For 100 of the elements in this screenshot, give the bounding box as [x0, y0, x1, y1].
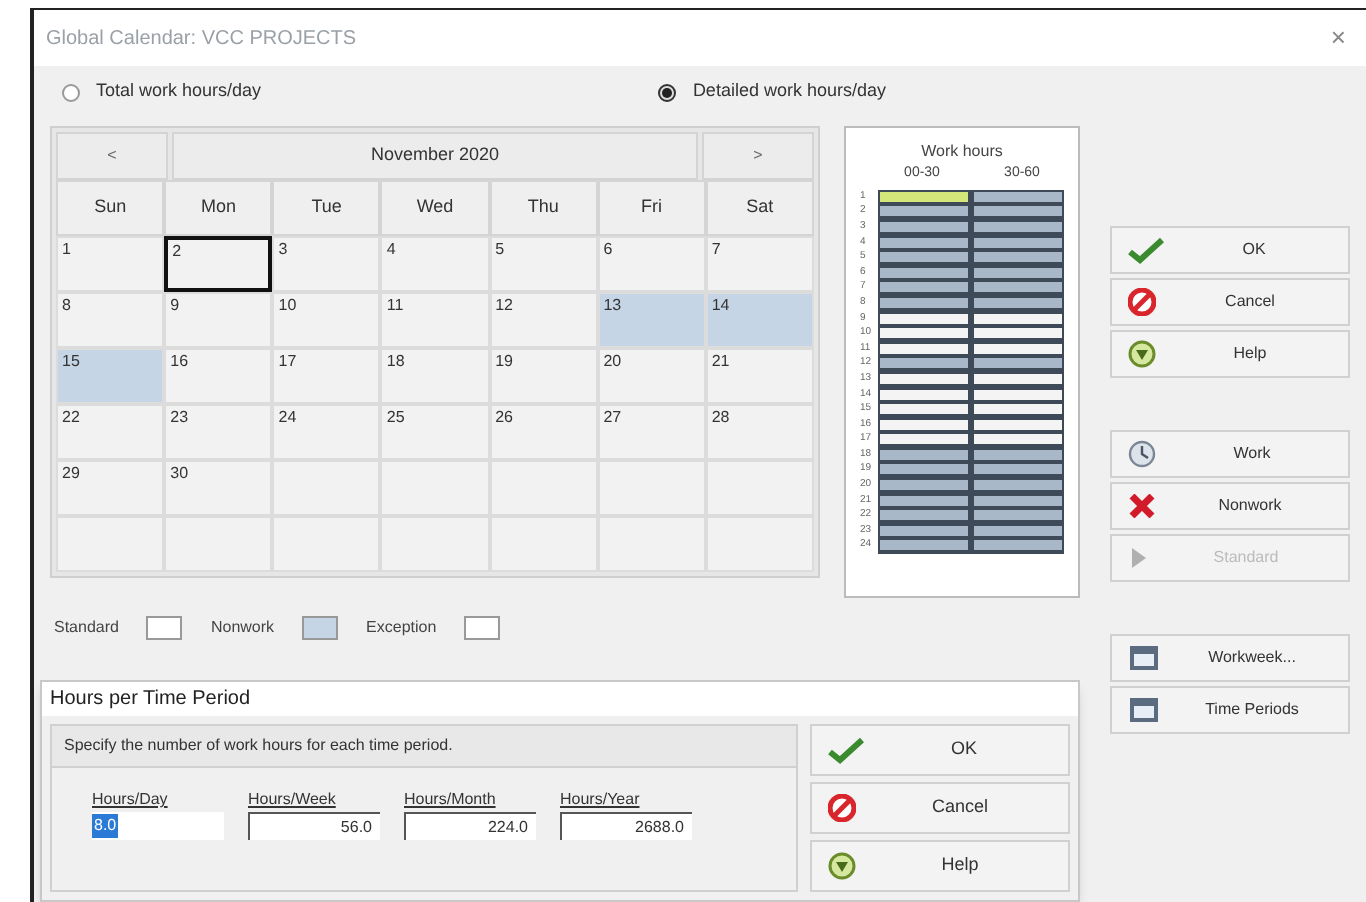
hour-slot[interactable] [880, 480, 968, 491]
hour-slot[interactable] [974, 434, 1062, 445]
radio-button[interactable] [658, 83, 677, 101]
hour-slot[interactable] [880, 282, 968, 293]
hour-slot[interactable] [880, 221, 968, 232]
hour-slot[interactable] [880, 495, 968, 506]
day-cell[interactable]: 13 [597, 292, 706, 348]
action-button[interactable]: Help [1110, 330, 1350, 378]
day-cell[interactable]: 8 [56, 292, 165, 348]
hour-slot[interactable] [974, 297, 1062, 308]
next-month-button[interactable]: > [702, 132, 814, 180]
day-cell[interactable]: 16 [164, 348, 273, 404]
hour-slot[interactable] [880, 525, 968, 536]
day-cell[interactable]: 26 [489, 404, 598, 460]
day-cell[interactable]: 7 [705, 236, 814, 292]
hour-slot[interactable] [974, 282, 1062, 293]
weekday-header: Fri [597, 180, 706, 236]
day-cell[interactable]: 28 [705, 404, 814, 460]
hour-slot[interactable] [880, 419, 968, 430]
hour-slot[interactable] [880, 313, 968, 324]
day-cell[interactable]: 23 [164, 404, 273, 460]
hour-slot[interactable] [880, 389, 968, 400]
action-button[interactable]: Cancel [1110, 278, 1350, 326]
day-cell[interactable]: 24 [272, 404, 381, 460]
hours-field[interactable]: 56.0 [248, 812, 380, 840]
dialog-button[interactable]: Help [810, 840, 1070, 892]
hour-slot[interactable] [974, 449, 1062, 460]
hour-slot[interactable] [880, 328, 968, 339]
clock-icon [1128, 440, 1160, 468]
day-cell[interactable]: 5 [489, 236, 598, 292]
hour-slot[interactable] [880, 343, 968, 354]
action-button[interactable]: Time Periods [1110, 686, 1350, 734]
hour-slot[interactable] [974, 540, 1062, 551]
day-cell[interactable]: 27 [597, 404, 706, 460]
hour-slot[interactable] [974, 343, 1062, 354]
hours-field[interactable]: 224.0 [404, 812, 536, 840]
day-cell[interactable]: 30 [164, 460, 273, 516]
day-cell[interactable]: 9 [164, 292, 273, 348]
hour-slot[interactable] [974, 404, 1062, 415]
action-button[interactable]: OK [1110, 226, 1350, 274]
hour-slot[interactable] [880, 540, 968, 551]
hour-slot[interactable] [974, 464, 1062, 475]
day-cell[interactable]: 12 [489, 292, 598, 348]
hour-slot[interactable] [974, 237, 1062, 248]
hours-field[interactable]: 2688.0 [560, 812, 692, 840]
hour-slot[interactable] [974, 358, 1062, 369]
day-cell[interactable]: 20 [597, 348, 706, 404]
hour-slot[interactable] [974, 525, 1062, 536]
hour-slot[interactable] [974, 221, 1062, 232]
hour-slot[interactable] [880, 191, 968, 202]
day-cell[interactable]: 4 [380, 236, 490, 292]
day-cell[interactable]: 21 [705, 348, 814, 404]
day-cell[interactable]: 17 [272, 348, 381, 404]
close-button[interactable]: × [1322, 18, 1354, 58]
day-cell[interactable]: 15 [56, 348, 165, 404]
day-cell[interactable]: 29 [56, 460, 165, 516]
hour-slot[interactable] [974, 510, 1062, 521]
hour-slot[interactable] [880, 206, 968, 217]
day-cell[interactable]: 19 [489, 348, 598, 404]
dialog-button[interactable]: OK [810, 724, 1070, 776]
hour-slot[interactable] [880, 297, 968, 308]
day-cell[interactable]: 25 [380, 404, 490, 460]
hour-slot[interactable] [880, 449, 968, 460]
action-button[interactable]: Work [1110, 430, 1350, 478]
hour-slot[interactable] [974, 267, 1062, 278]
day-cell[interactable]: 3 [272, 236, 381, 292]
action-button[interactable]: Workweek... [1110, 634, 1350, 682]
hour-slot[interactable] [880, 464, 968, 475]
hour-slot[interactable] [974, 328, 1062, 339]
hour-slot[interactable] [974, 313, 1062, 324]
hour-slot[interactable] [880, 373, 968, 384]
hour-slot[interactable] [880, 404, 968, 415]
hour-slot[interactable] [974, 252, 1062, 263]
hour-slot[interactable] [974, 191, 1062, 202]
hour-slot[interactable] [880, 434, 968, 445]
day-cell[interactable]: 14 [705, 292, 814, 348]
hour-slot[interactable] [974, 389, 1062, 400]
hour-slot[interactable] [974, 373, 1062, 384]
hour-slot[interactable] [974, 206, 1062, 217]
day-cell[interactable]: 10 [272, 292, 381, 348]
action-button[interactable]: Nonwork [1110, 482, 1350, 530]
hour-slot[interactable] [880, 237, 968, 248]
hour-slot[interactable] [880, 358, 968, 369]
hours-field[interactable]: 8.0 [92, 812, 224, 840]
day-cell[interactable]: 2 [164, 236, 273, 292]
dialog-title: Hours per Time Period [42, 682, 1078, 716]
day-cell[interactable]: 6 [597, 236, 706, 292]
day-cell[interactable]: 1 [56, 236, 165, 292]
day-cell[interactable]: 11 [380, 292, 490, 348]
hour-slot[interactable] [880, 267, 968, 278]
day-cell[interactable]: 18 [380, 348, 490, 404]
day-cell[interactable]: 22 [56, 404, 165, 460]
radio-button[interactable] [62, 83, 80, 101]
dialog-button[interactable]: Cancel [810, 782, 1070, 834]
hour-slot[interactable] [974, 495, 1062, 506]
hour-slot[interactable] [880, 252, 968, 263]
previous-month-button[interactable]: < [56, 132, 168, 180]
hour-slot[interactable] [974, 480, 1062, 491]
hour-slot[interactable] [974, 419, 1062, 430]
hour-slot[interactable] [880, 510, 968, 521]
